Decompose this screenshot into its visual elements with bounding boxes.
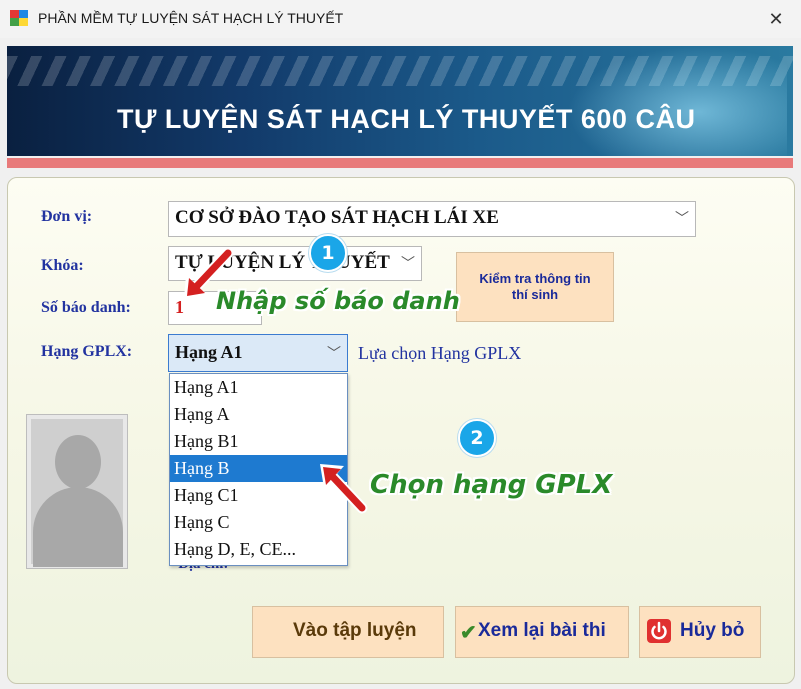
cancel-label: Hủy bỏ	[680, 620, 745, 641]
hang-value: Hạng A1	[175, 342, 243, 362]
banner-heading: TỰ LUYỆN SÁT HẠCH LÝ THUYẾT 600 CÂU	[117, 104, 696, 134]
step-1-badge: 1	[309, 234, 347, 272]
option-label: Hạng B	[174, 458, 230, 478]
option-label: Hạng A	[174, 404, 230, 424]
don-vi-select[interactable]: CƠ SỞ ĐÀO TẠO SÁT HẠCH LÁI XE ﹀	[168, 201, 696, 237]
so-bao-danh-label: Số báo danh:	[41, 299, 131, 316]
don-vi-value: CƠ SỞ ĐÀO TẠO SÁT HẠCH LÁI XE	[175, 207, 499, 228]
avatar-placeholder	[26, 414, 128, 569]
start-practice-button[interactable]: Vào tập luyện	[252, 606, 444, 658]
check-icon: ✔	[460, 622, 477, 644]
khoa-label: Khóa:	[41, 257, 84, 274]
annotation-step-2: Chọn hạng GPLX	[370, 470, 613, 500]
step-2-badge: 2	[458, 419, 496, 457]
cancel-button[interactable]: Hủy bỏ	[639, 606, 761, 658]
chevron-down-icon: ﹀	[327, 347, 341, 362]
option-label: Hạng C	[174, 512, 230, 532]
review-label: Xem lại bài thi	[478, 620, 606, 641]
arrow-to-hang-b	[320, 464, 368, 514]
option-label: Hạng A1	[174, 377, 239, 397]
close-icon[interactable]: ✕	[763, 6, 789, 32]
don-vi-label: Đơn vị:	[41, 208, 93, 225]
hang-select[interactable]: Hạng A1 ﹀	[168, 334, 348, 372]
banner-glow	[567, 46, 787, 156]
option-label: Hạng D, E, CE...	[174, 539, 296, 559]
annotation-step-1: Nhập số báo danh	[216, 287, 460, 315]
check-info-label: Kiểm tra thông tin thí sinh	[479, 271, 591, 302]
option-hang-a[interactable]: Hạng A	[170, 401, 347, 428]
hang-hint: Lựa chọn Hạng GPLX	[358, 343, 522, 363]
option-label: Hạng B1	[174, 431, 239, 451]
check-info-button[interactable]: Kiểm tra thông tin thí sinh	[456, 252, 614, 322]
title-bar: PHẦN MỀM TỰ LUYỆN SÁT HẠCH LÝ THUYẾT ✕	[0, 0, 801, 38]
app-icon	[10, 10, 28, 26]
option-hang-d-e-ce[interactable]: Hạng D, E, CE...	[170, 536, 347, 563]
start-practice-label: Vào tập luyện	[293, 620, 417, 641]
option-hang-a1[interactable]: Hạng A1	[170, 374, 347, 401]
option-label: Hạng C1	[174, 485, 239, 505]
header-banner: TỰ LUYỆN SÁT HẠCH LÝ THUYẾT 600 CÂU	[7, 46, 793, 156]
avatar-head	[55, 435, 101, 489]
power-icon	[647, 619, 671, 643]
chevron-down-icon: ﹀	[675, 212, 689, 227]
window-title: PHẦN MỀM TỰ LUYỆN SÁT HẠCH LÝ THUYẾT	[38, 10, 344, 26]
banner-divider	[7, 158, 793, 168]
review-button[interactable]: ✔ Xem lại bài thi	[455, 606, 629, 658]
avatar-body	[33, 487, 123, 567]
chevron-down-icon: ﹀	[398, 253, 415, 273]
hang-label: Hạng GPLX:	[41, 343, 133, 360]
option-hang-b1[interactable]: Hạng B1	[170, 428, 347, 455]
